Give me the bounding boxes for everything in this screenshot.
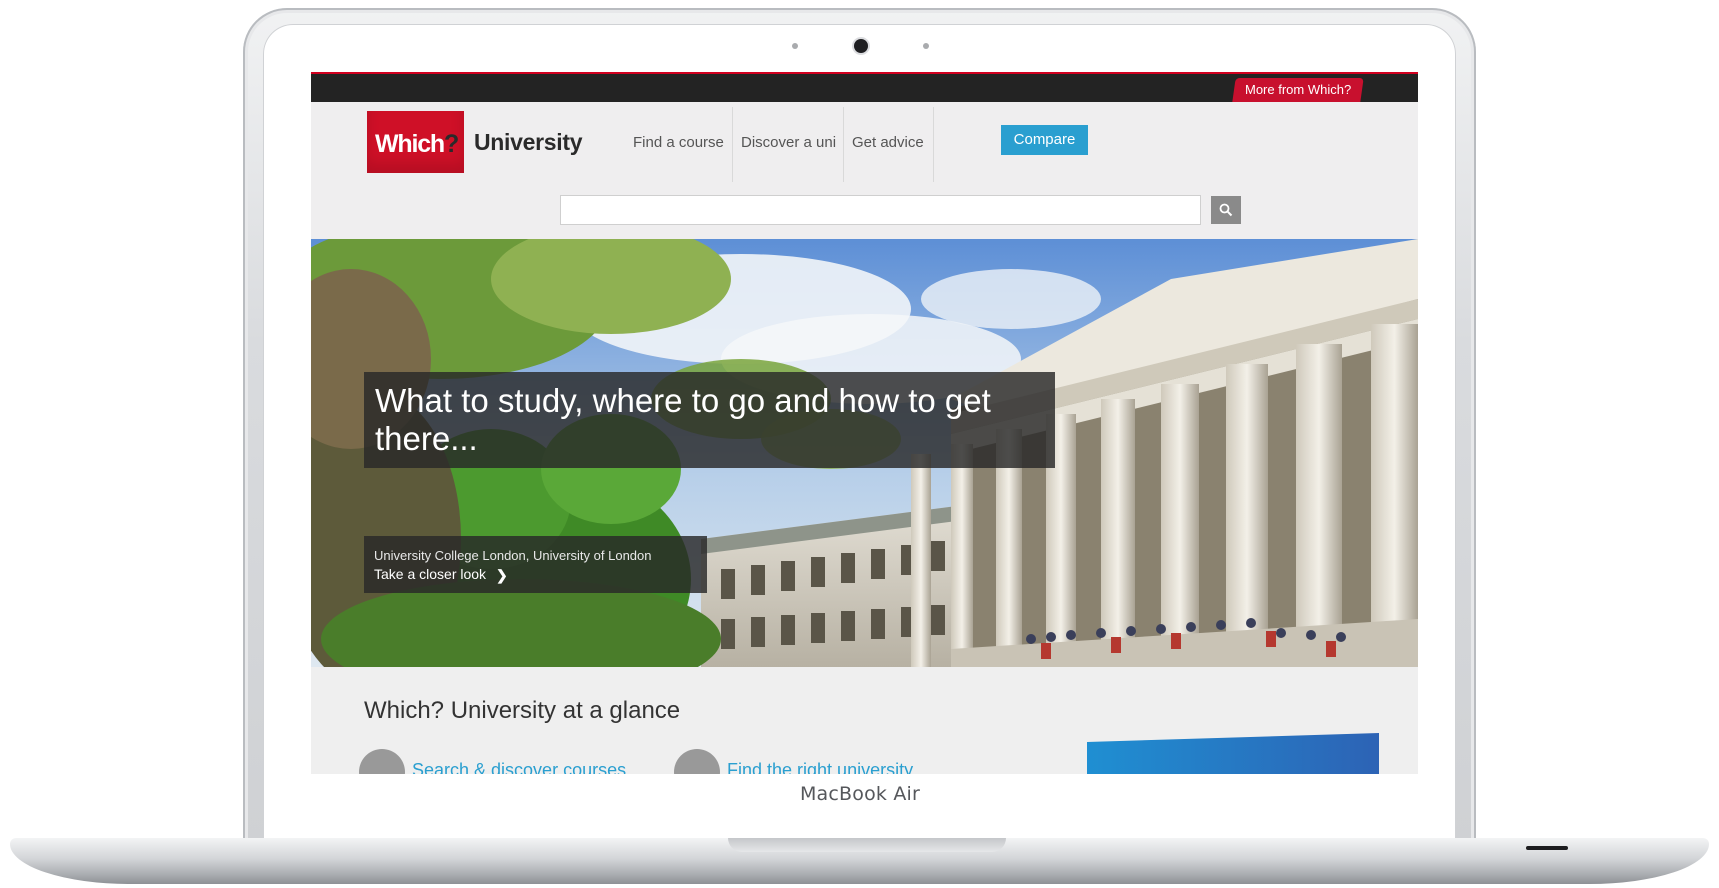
glance-section: Which? University at a glance Search & d… [311, 667, 1418, 774]
search-input[interactable] [560, 195, 1201, 225]
more-from-which-link[interactable]: More from Which? [1232, 78, 1364, 102]
laptop-base-notch [728, 838, 1006, 852]
hero-headline-box: What to study, where to go and how to ge… [364, 372, 1055, 468]
chevron-right-icon: ❯ [496, 567, 508, 583]
compass-icon[interactable] [674, 749, 720, 774]
status-led [1526, 846, 1568, 850]
compare-button[interactable]: Compare [1001, 125, 1088, 155]
take-a-closer-look-link[interactable]: Take a closer look [374, 566, 486, 582]
logo-text: Which [375, 130, 445, 158]
hero-headline: What to study, where to go and how to ge… [375, 382, 991, 457]
which-logo[interactable]: Which? [367, 111, 464, 173]
nav-divider [843, 107, 844, 182]
camera-icon [854, 39, 868, 53]
find-right-university-link[interactable]: Find the right university [727, 760, 913, 774]
promo-panel[interactable] [1087, 733, 1379, 774]
nav-divider [732, 107, 733, 182]
search-icon[interactable] [359, 749, 405, 774]
ambient-sensor [792, 43, 798, 49]
ambient-sensor [923, 43, 929, 49]
nav-divider [933, 107, 934, 182]
nav-discover-a-uni[interactable]: Discover a uni [741, 134, 836, 151]
browser-screen: More from Which? Which? University Find … [311, 72, 1418, 774]
search-button[interactable] [1211, 196, 1241, 224]
hero-caption-box[interactable]: University College London, University of… [364, 536, 707, 593]
glance-title: Which? University at a glance [364, 697, 681, 724]
nav-find-a-course[interactable]: Find a course [633, 134, 724, 151]
search-icon [1219, 203, 1233, 217]
logo-question-mark: ? [444, 130, 459, 158]
nav-get-advice[interactable]: Get advice [852, 134, 924, 151]
device-label: MacBook Air [799, 783, 921, 805]
hero-banner: What to study, where to go and how to ge… [311, 239, 1418, 667]
hero-caption: University College London, University of… [374, 548, 652, 563]
top-bar: More from Which? [311, 72, 1418, 102]
site-name[interactable]: University [474, 129, 583, 156]
search-discover-courses-link[interactable]: Search & discover courses [412, 760, 626, 774]
